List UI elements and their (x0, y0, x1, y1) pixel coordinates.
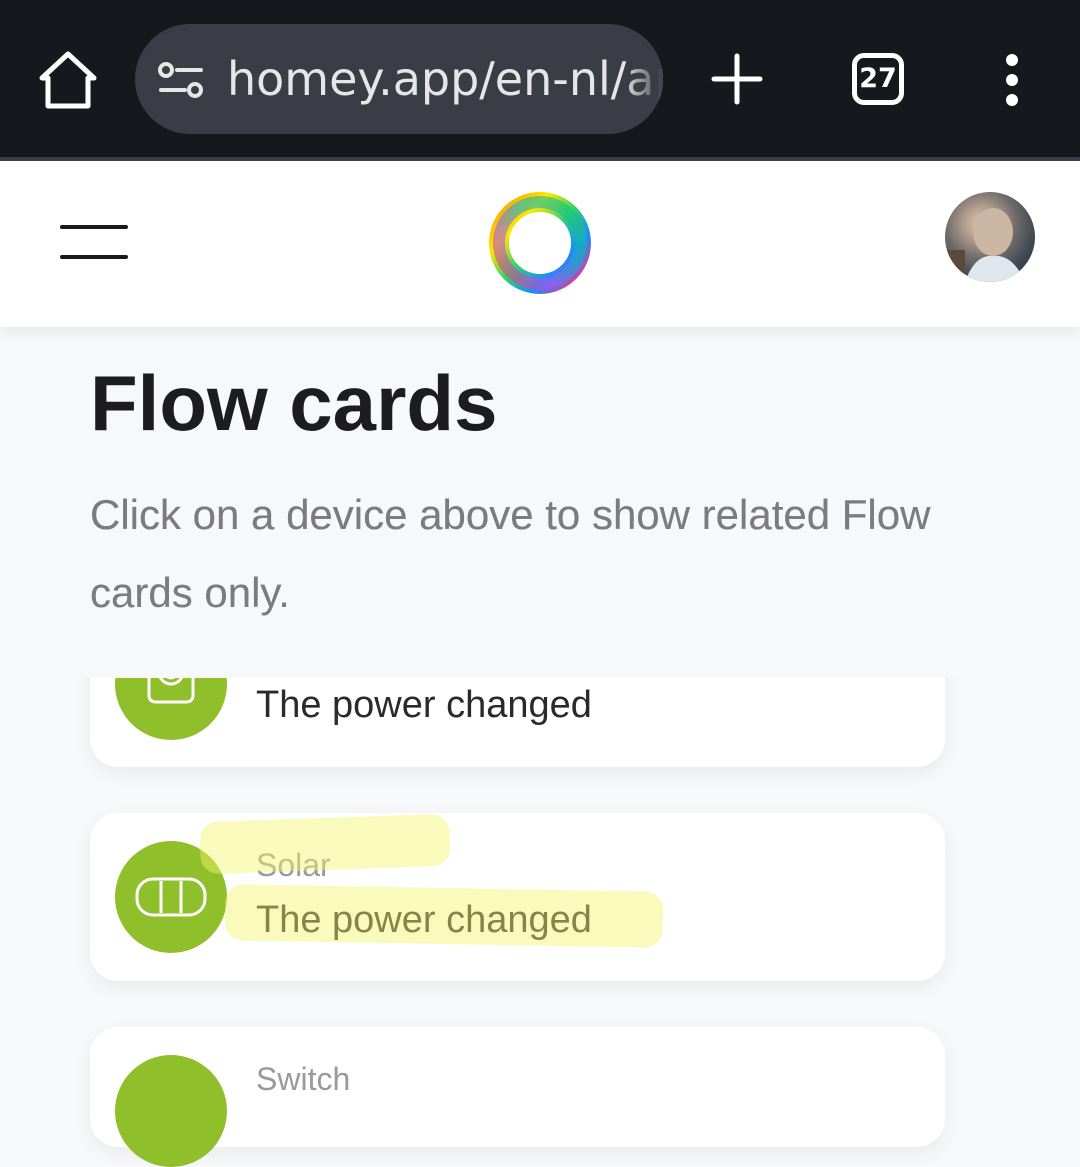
card-label: Switch (256, 1061, 351, 1097)
card-title: The power changed (256, 684, 592, 726)
homey-logo[interactable] (486, 189, 594, 297)
tune-icon[interactable] (157, 60, 205, 100)
page-subtitle-overlay: Click on a device above to show related … (90, 491, 931, 616)
url-text[interactable]: homey.app/en-nl/app (227, 50, 663, 108)
browser-toolbar: homey.app/en-nl/app 27 (0, 0, 1080, 160)
menu-icon[interactable] (60, 221, 130, 261)
flow-card-switch[interactable]: Switch (90, 1027, 945, 1167)
avatar[interactable] (945, 192, 1035, 282)
plus-icon[interactable] (710, 52, 764, 106)
app-header (0, 161, 1080, 327)
switch-icon (115, 1055, 227, 1167)
address-bar[interactable]: homey.app/en-nl/app (135, 24, 663, 134)
highlight-overlay (224, 884, 664, 948)
url-fade (623, 24, 663, 134)
page-title: Flow cards (90, 359, 498, 447)
highlight-overlay (199, 813, 451, 875)
tab-switcher-icon[interactable]: 27 (852, 53, 904, 105)
home-icon[interactable] (38, 48, 98, 112)
more-vert-icon[interactable] (998, 54, 1026, 106)
